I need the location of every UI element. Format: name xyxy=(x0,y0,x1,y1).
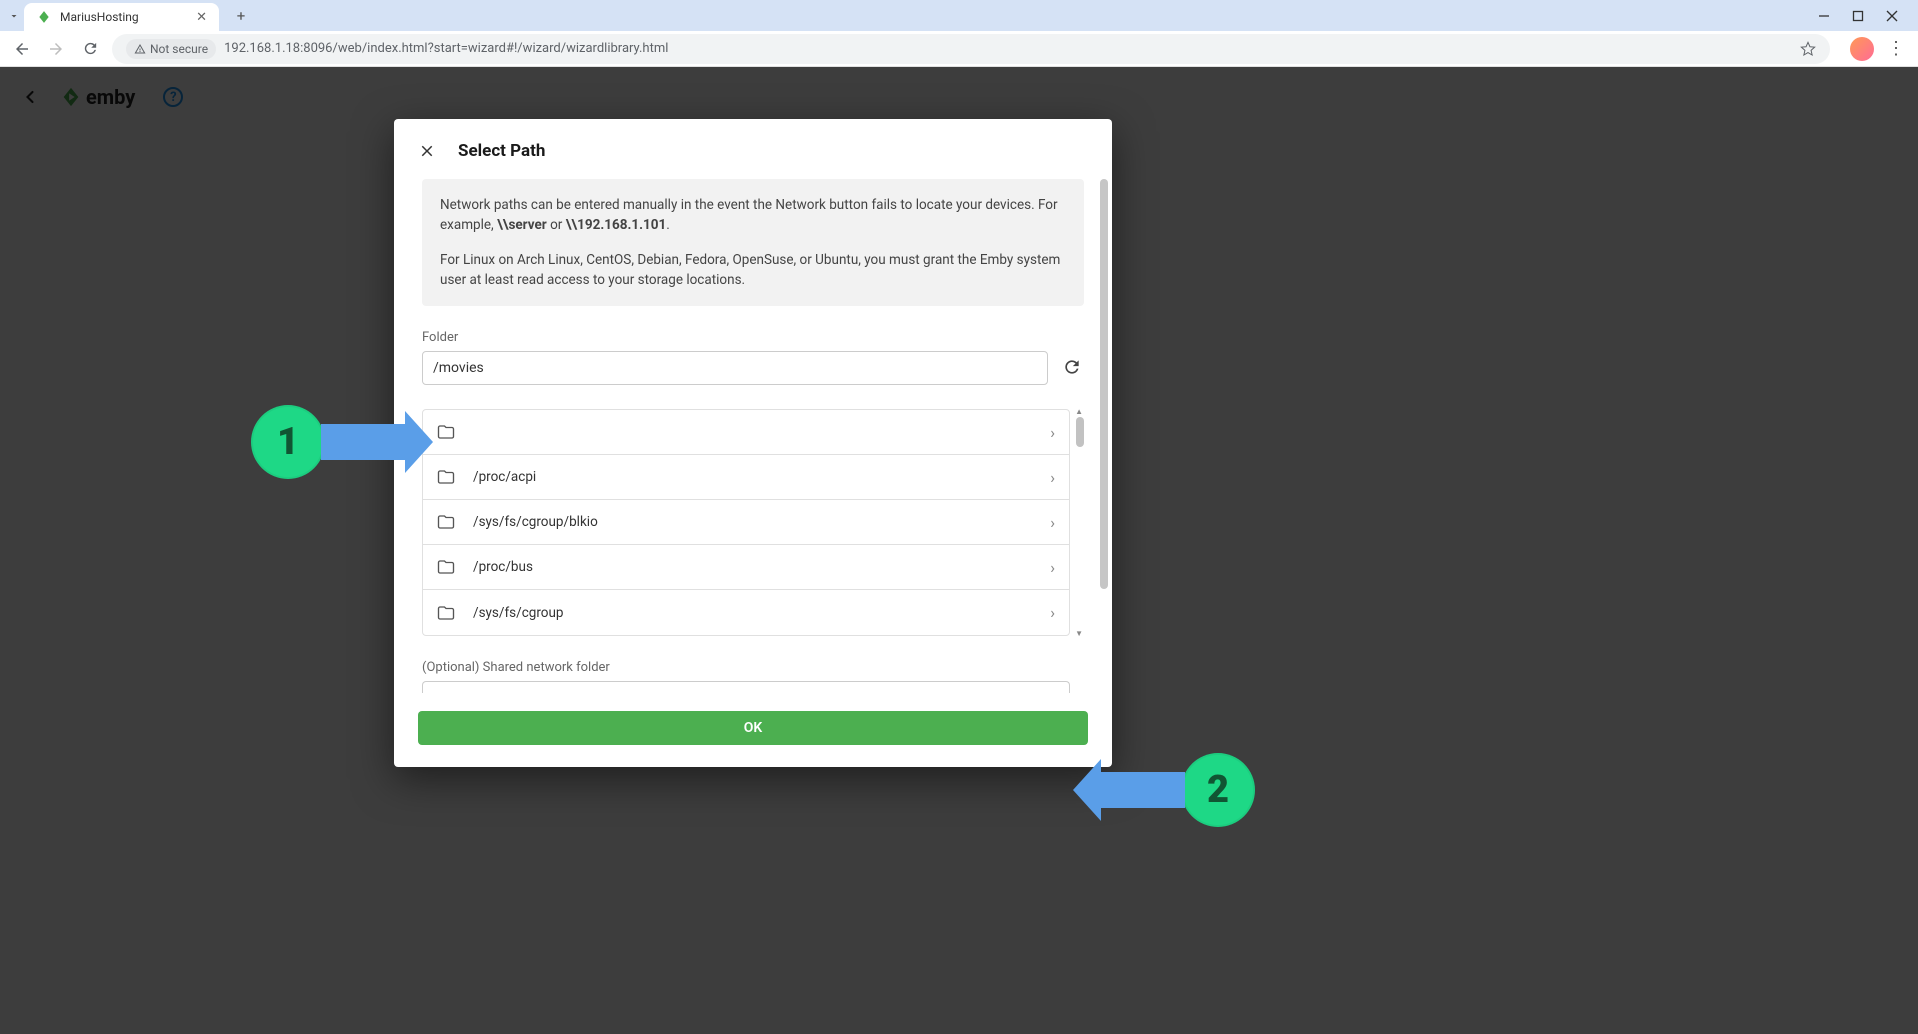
folder-list: › /proc/acpi › /sys/fs/cgroup/blkio › xyxy=(422,409,1070,636)
folder-icon xyxy=(437,513,455,531)
folder-name: /proc/acpi xyxy=(473,469,1032,485)
security-indicator[interactable]: Not secure xyxy=(126,39,216,59)
scroll-up-icon: ▲ xyxy=(1075,407,1083,416)
profile-avatar[interactable] xyxy=(1850,37,1874,61)
folder-field-label: Folder xyxy=(422,330,1084,345)
folder-item[interactable]: › xyxy=(423,410,1069,455)
chevron-right-icon: › xyxy=(1050,513,1055,532)
folder-icon xyxy=(437,558,455,576)
folder-name: /sys/fs/cgroup/blkio xyxy=(473,514,1032,530)
folder-path-input[interactable] xyxy=(422,351,1048,385)
folder-item[interactable]: /sys/fs/cgroup › xyxy=(423,590,1069,635)
tab-favicon xyxy=(36,9,52,25)
chevron-right-icon: › xyxy=(1050,603,1055,622)
chrome-menu-button[interactable]: ⋮ xyxy=(1884,38,1908,59)
folder-item[interactable]: /proc/acpi › xyxy=(423,455,1069,500)
dialog-scrollbar[interactable] xyxy=(1098,179,1108,693)
bookmark-button[interactable] xyxy=(1800,41,1816,57)
arrow-left-icon xyxy=(1100,772,1185,808)
scrollbar-thumb[interactable] xyxy=(1076,417,1084,447)
dialog-close-button[interactable] xyxy=(418,142,438,160)
nav-forward-button[interactable] xyxy=(44,37,68,61)
security-text: Not secure xyxy=(150,42,208,56)
annotation-2: 2 xyxy=(1100,753,1255,827)
annotation-1: 1 xyxy=(251,405,406,479)
chevron-right-icon: › xyxy=(1050,468,1055,487)
annotation-number: 1 xyxy=(251,405,325,479)
dialog-body: Network paths can be entered manually in… xyxy=(394,179,1112,693)
folder-icon xyxy=(437,604,455,622)
new-tab-button[interactable]: + xyxy=(227,2,255,30)
tab-title: MariusHosting xyxy=(60,10,188,24)
browser-toolbar: Not secure 192.168.1.18:8096/web/index.h… xyxy=(0,31,1918,67)
ok-button[interactable]: OK xyxy=(418,711,1088,745)
info-network-text: Network paths can be entered manually in… xyxy=(440,195,1066,236)
app-viewport: emby ? Select Path Network paths can be … xyxy=(0,67,1918,1034)
browser-tab-strip: MariusHosting ✕ + xyxy=(0,0,1918,31)
select-path-dialog: Select Path Network paths can be entered… xyxy=(394,119,1112,767)
info-box: Network paths can be entered manually in… xyxy=(422,179,1084,306)
folder-list-scrollbar[interactable]: ▲ ▼ xyxy=(1074,409,1084,636)
folder-icon xyxy=(437,423,455,441)
tab-search-button[interactable] xyxy=(8,10,20,22)
browser-tab[interactable]: MariusHosting ✕ xyxy=(24,3,219,31)
nav-back-button[interactable] xyxy=(10,37,34,61)
scroll-down-icon: ▼ xyxy=(1075,629,1083,638)
folder-list-container: › /proc/acpi › /sys/fs/cgroup/blkio › xyxy=(422,409,1084,636)
arrow-right-icon xyxy=(321,424,406,460)
optional-network-label: (Optional) Shared network folder xyxy=(422,660,1084,675)
refresh-button[interactable] xyxy=(1062,357,1084,379)
folder-item[interactable]: /sys/fs/cgroup/blkio › xyxy=(423,500,1069,545)
window-controls xyxy=(1816,8,1910,24)
folder-item[interactable]: /proc/bus › xyxy=(423,545,1069,590)
chevron-right-icon: › xyxy=(1050,423,1055,442)
optional-network-input[interactable] xyxy=(422,681,1070,693)
close-window-button[interactable] xyxy=(1884,8,1900,24)
minimize-button[interactable] xyxy=(1816,8,1832,24)
annotation-number: 2 xyxy=(1181,753,1255,827)
url-text: 192.168.1.18:8096/web/index.html?start=w… xyxy=(224,41,668,56)
tab-close-button[interactable]: ✕ xyxy=(196,10,207,25)
maximize-button[interactable] xyxy=(1850,8,1866,24)
info-linux-text: For Linux on Arch Linux, CentOS, Debian,… xyxy=(440,250,1066,291)
dialog-header: Select Path xyxy=(394,119,1112,179)
nav-reload-button[interactable] xyxy=(78,37,102,61)
folder-name: /sys/fs/cgroup xyxy=(473,605,1032,621)
scrollbar-thumb[interactable] xyxy=(1100,179,1108,589)
folder-input-row xyxy=(422,351,1084,385)
chevron-right-icon: › xyxy=(1050,558,1055,577)
folder-icon xyxy=(437,468,455,486)
warning-icon xyxy=(134,43,146,55)
address-bar[interactable]: Not secure 192.168.1.18:8096/web/index.h… xyxy=(112,34,1830,64)
folder-name: /proc/bus xyxy=(473,559,1032,575)
dialog-title: Select Path xyxy=(458,141,545,161)
